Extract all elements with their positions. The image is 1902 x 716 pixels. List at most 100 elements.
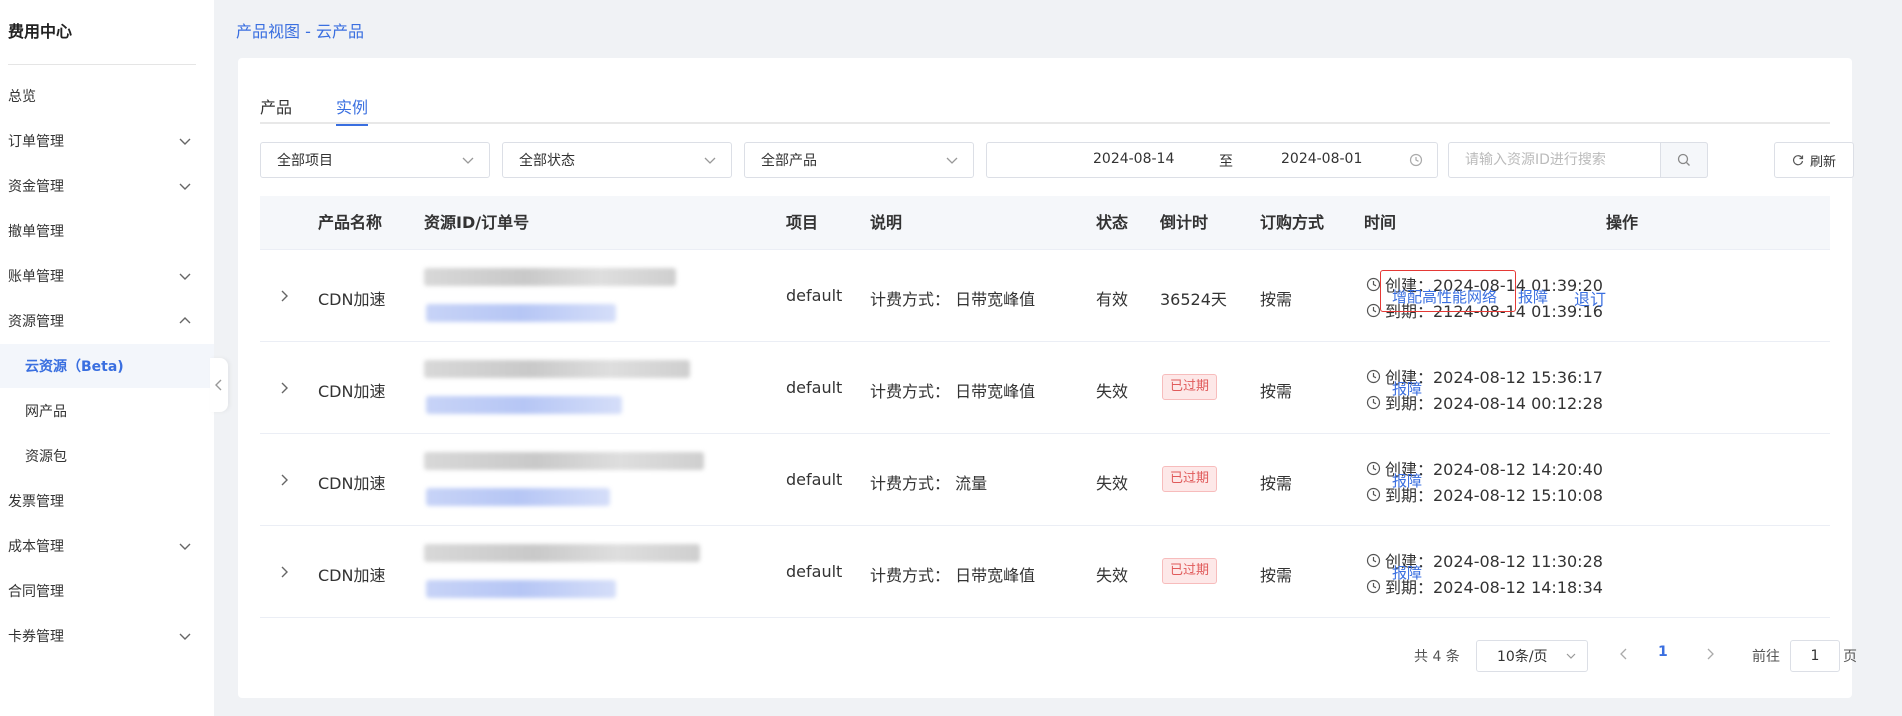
order-number-redacted[interactable] (426, 580, 616, 598)
sidebar-item-resource-packs[interactable]: 资源包 (0, 434, 214, 478)
project-value: default (786, 286, 843, 305)
report-issue-link[interactable]: 报障 (1392, 378, 1422, 399)
expired-badge: 已过期 (1162, 466, 1218, 492)
sidebar-item-network-products[interactable]: 网产品 (0, 389, 214, 433)
date-range-picker[interactable]: 2024-08-14 至 2024-08-01 (986, 142, 1438, 178)
table-row: CDN加速 default 计费方式： 日带宽峰值 失效 已过期 按需 创建：2… (260, 342, 1830, 434)
resource-id-redacted (424, 360, 690, 378)
resource-id-redacted (424, 452, 704, 470)
expired-badge: 已过期 (1162, 558, 1218, 584)
status-value: 有效 (1096, 290, 1129, 309)
column-header-product: 产品名称 (318, 213, 383, 232)
billing-value: 按需 (1260, 290, 1293, 309)
chevron-down-icon (704, 157, 716, 164)
refresh-button[interactable]: 刷新 (1774, 142, 1854, 178)
sidebar-item-cancellations[interactable]: 撤单管理 (0, 209, 214, 253)
sidebar-item-cloud-resources[interactable]: 云资源（Beta) (0, 344, 214, 388)
status-value: 失效 (1096, 474, 1129, 493)
chevron-down-icon (946, 157, 958, 164)
chevron-right-icon[interactable] (274, 562, 294, 582)
billing-value: 按需 (1260, 566, 1293, 585)
sidebar-item-funds[interactable]: 资金管理 (0, 164, 214, 208)
resource-id-redacted (424, 268, 676, 286)
report-issue-link[interactable]: 报障 (1392, 562, 1422, 583)
sidebar-item-invoices[interactable]: 发票管理 (0, 479, 214, 523)
goto-label: 前往 (1752, 649, 1780, 665)
clock-icon (1366, 461, 1381, 475)
sidebar-item-label: 成本管理 (8, 539, 64, 555)
page-suffix: 页 (1843, 649, 1857, 665)
sidebar-item-label: 云资源（Beta) (25, 359, 124, 375)
chevron-right-icon[interactable] (274, 378, 294, 398)
expired-badge: 已过期 (1162, 374, 1218, 400)
sidebar-item-label: 总览 (8, 89, 36, 105)
project-select[interactable]: 全部项目 (260, 142, 490, 178)
sidebar-item-label: 订单管理 (8, 134, 64, 150)
sidebar-item-orders[interactable]: 订单管理 (0, 119, 214, 163)
column-header-resource: 资源ID/订单号 (424, 213, 530, 232)
tab-products[interactable]: 产品 (260, 94, 292, 124)
goto-page-input[interactable] (1790, 640, 1840, 672)
product-select[interactable]: 全部产品 (744, 142, 974, 178)
column-header-time: 时间 (1364, 213, 1397, 232)
clock-icon (1366, 553, 1381, 567)
countdown-value: 36524天 (1160, 290, 1227, 309)
clock-icon (1409, 153, 1423, 167)
tab-instances[interactable]: 实例 (336, 94, 369, 126)
date-separator: 至 (1219, 154, 1233, 170)
chevron-right-icon[interactable] (1702, 646, 1718, 662)
search-input[interactable] (1449, 143, 1659, 177)
date-end[interactable]: 2024-08-01 (1281, 151, 1362, 167)
order-number-redacted[interactable] (426, 488, 610, 506)
project-value: default (786, 562, 843, 581)
date-start[interactable]: 2024-08-14 (1093, 151, 1174, 167)
order-number-redacted[interactable] (426, 396, 622, 414)
column-header-project: 项目 (786, 213, 819, 232)
sidebar-item-label: 网产品 (25, 404, 67, 420)
page-size-select[interactable]: 10条/页 (1476, 640, 1588, 672)
chevron-right-icon[interactable] (274, 286, 294, 306)
chevron-down-icon (178, 134, 192, 148)
product-name: CDN加速 (318, 290, 386, 309)
sidebar-item-overview[interactable]: 总览 (0, 74, 214, 118)
sidebar-item-costs[interactable]: 成本管理 (0, 524, 214, 568)
order-number-redacted[interactable] (426, 304, 616, 322)
column-header-status: 状态 (1096, 213, 1129, 232)
sidebar-item-contracts[interactable]: 合同管理 (0, 569, 214, 613)
unsubscribe-link[interactable]: 退订 (1574, 286, 1606, 310)
tab-bar: 产品 实例 (260, 94, 1830, 126)
sidebar-item-label: 资金管理 (8, 179, 64, 195)
search-icon (1677, 153, 1690, 166)
search-button[interactable] (1660, 142, 1708, 178)
clock-icon (1366, 369, 1381, 383)
upgrade-network-link[interactable]: 增配高性能网络 (1392, 286, 1497, 307)
sidebar-item-resources[interactable]: 资源管理 (0, 299, 214, 343)
page-size-value: 10条/页 (1497, 649, 1548, 665)
sidebar-item-vouchers[interactable]: 卡券管理 (0, 614, 214, 658)
chevron-right-icon[interactable] (274, 470, 294, 490)
report-issue-link[interactable]: 报障 (1518, 286, 1548, 307)
sidebar-collapse-button[interactable] (210, 358, 228, 412)
column-header-countdown: 倒计时 (1160, 213, 1209, 232)
table-row: CDN加速 default 计费方式： 日带宽峰值 失效 已过期 按需 创建：2… (260, 526, 1830, 618)
sidebar-item-label: 卡券管理 (8, 629, 64, 645)
breadcrumb[interactable]: 产品视图 - 云产品 (236, 18, 364, 42)
sidebar-item-bills[interactable]: 账单管理 (0, 254, 214, 298)
status-value: 失效 (1096, 566, 1129, 585)
pagination-total: 共 4 条 (1414, 649, 1460, 665)
report-issue-link[interactable]: 报障 (1392, 470, 1422, 491)
chevron-up-icon (178, 314, 192, 328)
clock-icon (1366, 395, 1381, 409)
clock-icon (1366, 277, 1381, 291)
clock-icon (1366, 303, 1381, 317)
status-value: 失效 (1096, 382, 1129, 401)
chevron-left-icon[interactable] (1616, 646, 1632, 662)
sidebar-item-label: 发票管理 (8, 494, 64, 510)
page-number[interactable]: 1 (1658, 644, 1668, 660)
description-value: 计费方式： 日带宽峰值 (870, 382, 1036, 401)
search-box (1448, 142, 1708, 178)
product-name: CDN加速 (318, 474, 386, 493)
status-select[interactable]: 全部状态 (502, 142, 732, 178)
table-row: CDN加速 default 计费方式： 日带宽峰值 有效 36524天 按需 创… (260, 250, 1830, 342)
clock-icon (1366, 487, 1381, 501)
